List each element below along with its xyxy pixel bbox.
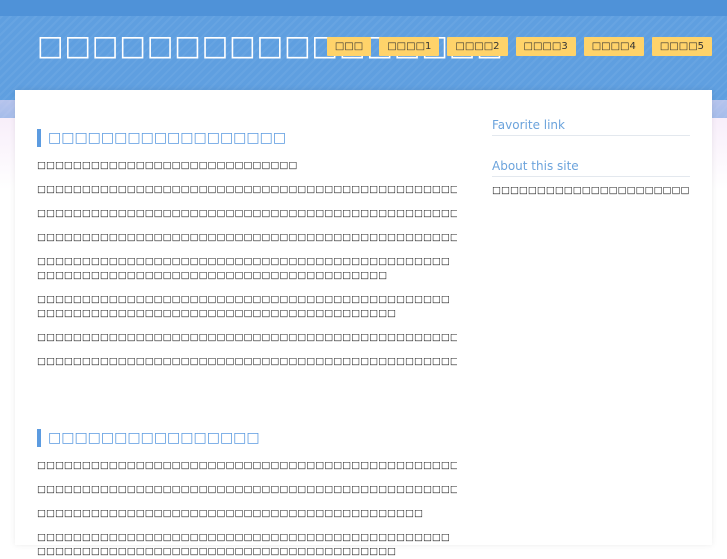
nav-item-4[interactable]: □□□□4 xyxy=(583,37,644,56)
about-site-title: About this site xyxy=(492,158,690,177)
about-site-text: □□□□□□□□□□□□□□□□□□□□□□□□□□□□□□□□□□ xyxy=(492,185,690,196)
paragraph: □□□□□□□□□□□□□□□□□□□□□□□□□□□□□□□□□□□□□□□□… xyxy=(37,184,457,195)
nav-item-2[interactable]: □□□□2 xyxy=(447,37,508,56)
paragraph: □□□□□□□□□□□□□□□□□□□□□□□□□□□□□ xyxy=(37,160,298,171)
sidebar: Favorite link About this site □□□□□□□□□□… xyxy=(492,117,690,198)
favorite-link-title: Favorite link xyxy=(492,117,690,136)
section-heading: □□□□□□□□□□□□□□□□ xyxy=(37,428,457,448)
paragraph: □□□□□□□□□□□□□□□□□□□□□□□□□□□□□□□□□□□□□□□□… xyxy=(37,208,457,219)
content-panel: □□□□□□□□□□□□□□□□□□ □□□□□□□□□□□□□□□□□□□□□… xyxy=(15,90,712,557)
nav-item-1[interactable]: □□□□1 xyxy=(379,37,440,56)
paragraph: □□□□□□□□□□□□□□□□□□□□□□□□□□□□□□□□□□□□□□□□… xyxy=(37,294,450,319)
nav-item-home[interactable]: □□□ xyxy=(326,37,372,56)
paragraph: □□□□□□□□□□□□□□□□□□□□□□□□□□□□□□□□□□□□□□□□… xyxy=(37,256,450,281)
paragraph: □□□□□□□□□□□□□□□□□□□□□□□□□□□□□□□□□□□□□□□□… xyxy=(37,532,450,557)
section-heading: □□□□□□□□□□□□□□□□□□ xyxy=(37,128,457,148)
global-nav: □□□ □□□□1 □□□□2 □□□□3 □□□□4 □□□□5 xyxy=(326,37,712,56)
paragraph: □□□□□□□□□□□□□□□□□□□□□□□□□□□□□□□□□□□□□□□□… xyxy=(37,484,457,495)
paragraph: □□□□□□□□□□□□□□□□□□□□□□□□□□□□□□□□□□□□□□□□… xyxy=(37,332,457,343)
nav-item-5[interactable]: □□□□5 xyxy=(651,37,712,56)
main-column: □□□□□□□□□□□□□□□□□□ □□□□□□□□□□□□□□□□□□□□□… xyxy=(37,128,457,559)
paragraph: □□□□□□□□□□□□□□□□□□□□□□□□□□□□□□□□□□□□□□□□… xyxy=(37,460,457,471)
paragraph: □□□□□□□□□□□□□□□□□□□□□□□□□□□□□□□□□□□□□□□□… xyxy=(37,508,423,519)
paragraph: □□□□□□□□□□□□□□□□□□□□□□□□□□□□□□□□□□□□□□□□… xyxy=(37,232,457,243)
paragraph: □□□□□□□□□□□□□□□□□□□□□□□□□□□□□□□□□□□□□□□□… xyxy=(37,356,457,367)
nav-item-3[interactable]: □□□□3 xyxy=(515,37,576,56)
